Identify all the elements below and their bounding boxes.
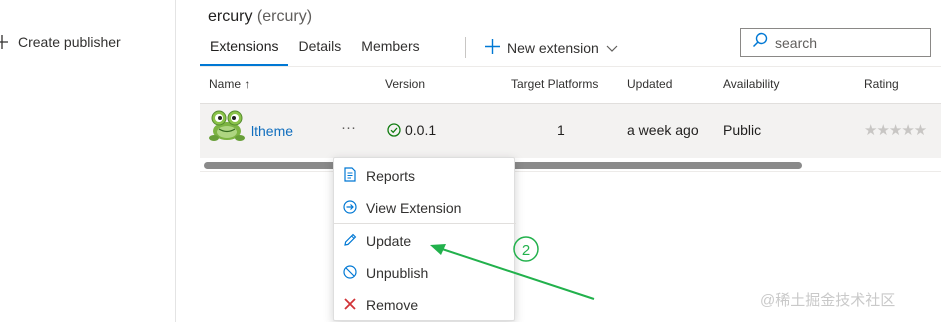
annotation-arrow [430,244,595,300]
annotation-overlay: 2 [430,236,595,300]
watermark: @稀土掘金技术社区 [760,292,896,309]
annotation-step-number: 2 [522,242,530,259]
